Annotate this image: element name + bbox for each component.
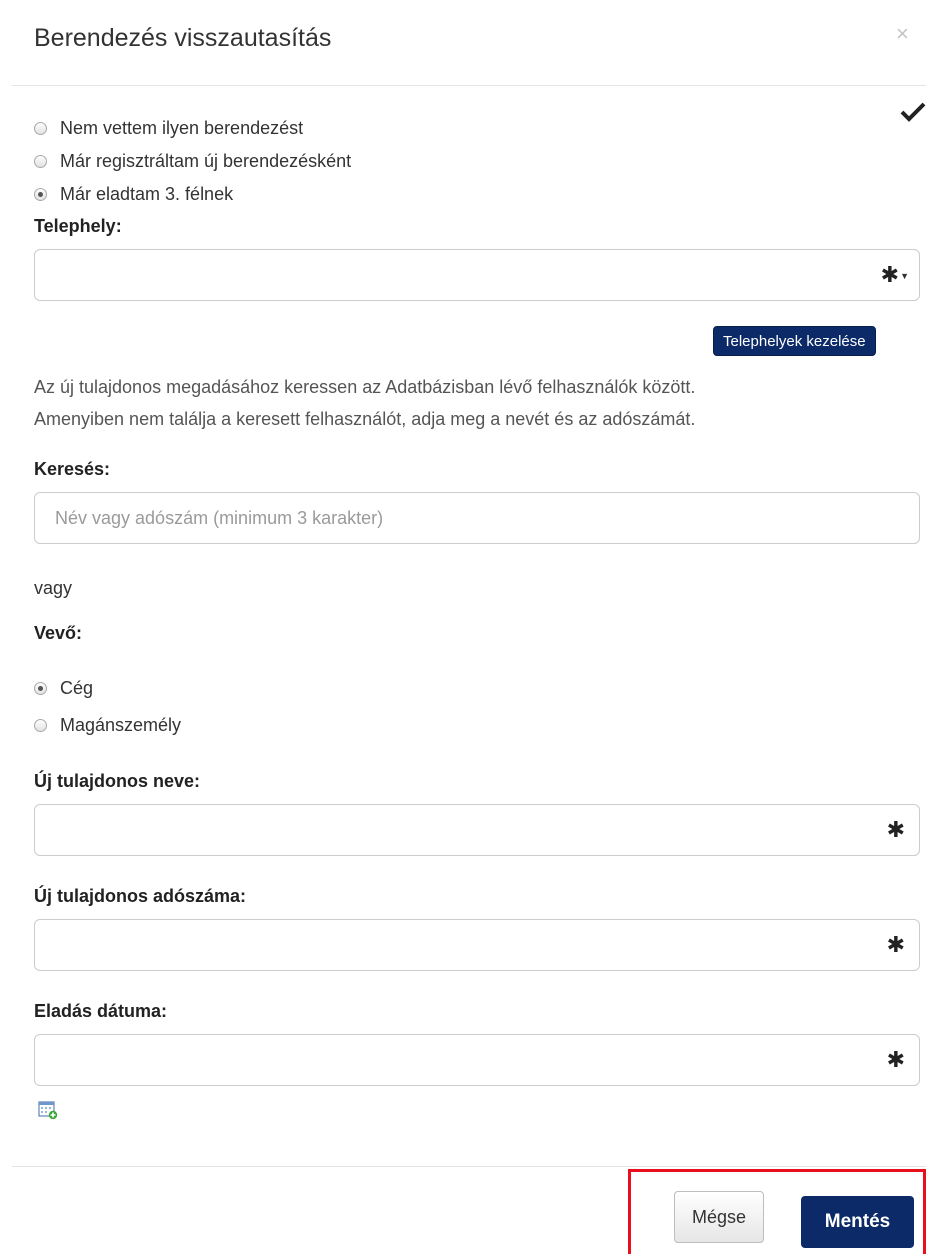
- sale-date-input[interactable]: [53, 1035, 837, 1085]
- search-field[interactable]: [34, 492, 920, 544]
- required-icon: ✱: [886, 932, 905, 957]
- owner-name-input[interactable]: [53, 805, 837, 855]
- required-icon: ✱: [886, 1047, 905, 1072]
- owner-tax-input[interactable]: [53, 920, 837, 970]
- dialog-title: Berendezés visszautasítás: [34, 24, 332, 52]
- owner-tax-label: Új tulajdonos adószáma:: [34, 886, 247, 906]
- search-label: Keresés:: [34, 459, 111, 479]
- site-label: Telephely:: [34, 216, 122, 236]
- radio-not-bought[interactable]: Nem vettem ilyen berendezést: [34, 115, 303, 141]
- footer-divider: [12, 1166, 926, 1167]
- radio-button-checked[interactable]: [34, 681, 47, 695]
- info-line: Amenyiben nem találja a keresett felhasz…: [34, 409, 696, 429]
- header-divider: [12, 85, 926, 86]
- buyer-label: Vevő:: [34, 623, 83, 643]
- radio-button[interactable]: [34, 718, 47, 732]
- owner-name-label: Új tulajdonos neve:: [34, 771, 201, 791]
- owner-name-field[interactable]: ✱: [34, 804, 920, 856]
- sale-date-label: Eladás dátuma:: [34, 1001, 168, 1021]
- sale-date-field[interactable]: ✱: [34, 1034, 920, 1086]
- checkmark-icon: [900, 102, 926, 122]
- info-text: Az új tulajdonos megadásához keressen az…: [34, 371, 914, 435]
- radio-button[interactable]: [34, 154, 47, 168]
- radio-label: Cég: [60, 677, 94, 698]
- owner-tax-field[interactable]: ✱: [34, 919, 920, 971]
- manage-sites-button[interactable]: Telephelyek kezelése: [713, 326, 876, 356]
- required-icon: ✱: [886, 817, 905, 842]
- save-button[interactable]: Mentés: [801, 1196, 914, 1248]
- radio-button[interactable]: [34, 121, 47, 135]
- chevron-down-icon: ▼: [900, 271, 909, 281]
- search-input[interactable]: [53, 493, 837, 543]
- close-icon[interactable]: ×: [896, 22, 909, 46]
- cancel-button[interactable]: Mégse: [674, 1191, 764, 1243]
- radio-company[interactable]: Cég: [34, 675, 93, 701]
- radio-label: Már regisztráltam új berendezésként: [60, 150, 352, 171]
- radio-label: Már eladtam 3. félnek: [60, 183, 234, 204]
- radio-private-person[interactable]: Magánszemély: [34, 712, 181, 738]
- radio-registered-new[interactable]: Már regisztráltam új berendezésként: [34, 148, 351, 174]
- site-select[interactable]: ✱ ▼: [34, 249, 920, 301]
- radio-label: Magánszemély: [60, 714, 182, 735]
- or-text: vagy: [34, 578, 73, 598]
- radio-sold-third-party[interactable]: Már eladtam 3. félnek: [34, 181, 233, 207]
- calendar-icon[interactable]: [38, 1100, 58, 1120]
- info-line: Az új tulajdonos megadásához keressen az…: [34, 377, 696, 397]
- radio-button-checked[interactable]: [34, 187, 47, 201]
- required-icon: ✱: [880, 262, 899, 287]
- radio-label: Nem vettem ilyen berendezést: [60, 117, 304, 138]
